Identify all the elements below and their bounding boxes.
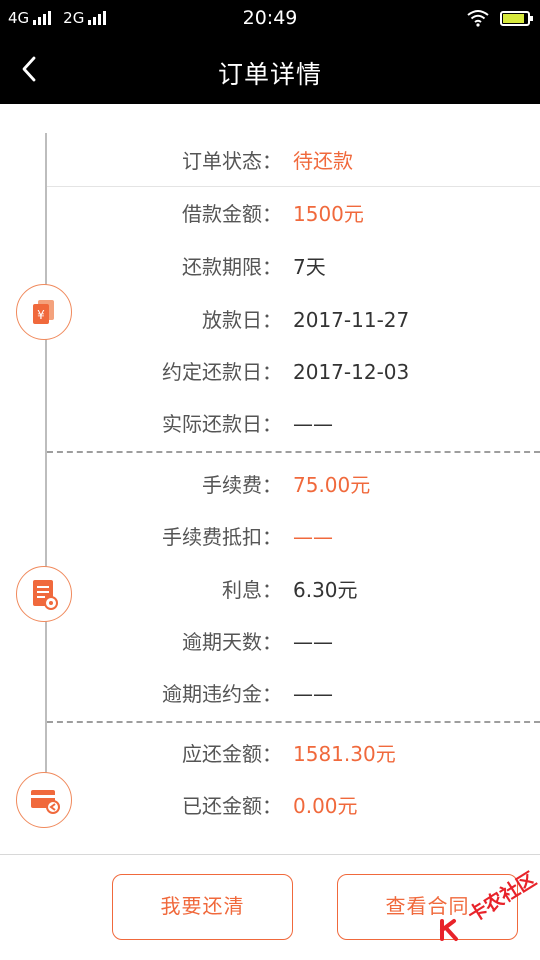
fee-deduction-row: 手续费抵扣： —— bbox=[0, 522, 540, 552]
overdue-days-row: 逾期天数： —— bbox=[0, 627, 540, 657]
overdue-penalty-value: —— bbox=[293, 682, 333, 706]
disbursement-date-label: 放款日： bbox=[202, 308, 282, 332]
actual-repay-date-row: 实际还款日： —— bbox=[0, 409, 540, 439]
amount-due-row: 应还金额： 1581.30元 bbox=[0, 739, 540, 769]
amount-due-value: 1581.30元 bbox=[293, 742, 396, 766]
order-status-label: 订单状态： bbox=[182, 149, 282, 173]
status-bar: 4G 2G 20:49 bbox=[0, 0, 540, 38]
overdue-penalty-row: 逾期违约金： —— bbox=[0, 679, 540, 709]
amount-repaid-value: 0.00元 bbox=[293, 794, 358, 818]
due-date-row: 约定还款日： 2017-12-03 bbox=[0, 357, 540, 387]
bottom-separator bbox=[0, 854, 540, 855]
actual-repay-date-value: —— bbox=[293, 412, 333, 436]
page-title: 订单详情 bbox=[217, 60, 322, 89]
amount-repaid-row: 已还金额： 0.00元 bbox=[0, 791, 540, 821]
fee-value: 75.00元 bbox=[293, 473, 371, 497]
watermark-k-icon bbox=[440, 919, 458, 941]
navigation-bar: 订单详情 bbox=[0, 38, 540, 104]
fee-label: 手续费： bbox=[202, 473, 282, 497]
amount-repaid-label: 已还金额： bbox=[182, 794, 282, 818]
disbursement-date-value: 2017-11-27 bbox=[293, 308, 410, 332]
fee-row: 手续费： 75.00元 bbox=[0, 470, 540, 500]
interest-value: 6.30元 bbox=[293, 578, 358, 602]
loan-amount-row: 借款金额： 1500元 bbox=[0, 199, 540, 229]
repay-term-value: 7天 bbox=[293, 255, 326, 279]
order-status-row: 订单状态： 待还款 bbox=[0, 146, 540, 176]
due-date-value: 2017-12-03 bbox=[293, 360, 410, 384]
section-divider bbox=[47, 451, 540, 453]
divider bbox=[47, 186, 540, 187]
overdue-penalty-label: 逾期违约金： bbox=[162, 682, 282, 706]
overdue-days-value: —— bbox=[293, 630, 333, 654]
wifi-icon bbox=[467, 10, 489, 27]
loan-amount-label: 借款金额： bbox=[182, 202, 282, 226]
disbursement-date-row: 放款日： 2017-11-27 bbox=[0, 305, 540, 335]
fee-deduction-value: —— bbox=[293, 525, 333, 549]
due-date-label: 约定还款日： bbox=[162, 360, 282, 384]
amount-due-label: 应还金额： bbox=[182, 742, 282, 766]
battery-icon bbox=[500, 10, 533, 26]
overdue-days-label: 逾期天数： bbox=[182, 630, 282, 654]
watermark-logo: 卡农社区 bbox=[438, 868, 540, 945]
repay-all-button[interactable]: 我要还清 bbox=[112, 874, 293, 940]
repay-term-label: 还款期限： bbox=[182, 255, 282, 279]
section-divider bbox=[47, 721, 540, 723]
repay-term-row: 还款期限： 7天 bbox=[0, 252, 540, 282]
status-time: 20:49 bbox=[242, 7, 298, 29]
interest-label: 利息： bbox=[222, 578, 282, 602]
loan-amount-value: 1500元 bbox=[293, 202, 364, 226]
fee-deduction-label: 手续费抵扣： bbox=[162, 525, 282, 549]
interest-row: 利息： 6.30元 bbox=[0, 575, 540, 605]
actual-repay-date-label: 实际还款日： bbox=[162, 412, 282, 436]
order-status-value: 待还款 bbox=[293, 149, 353, 173]
